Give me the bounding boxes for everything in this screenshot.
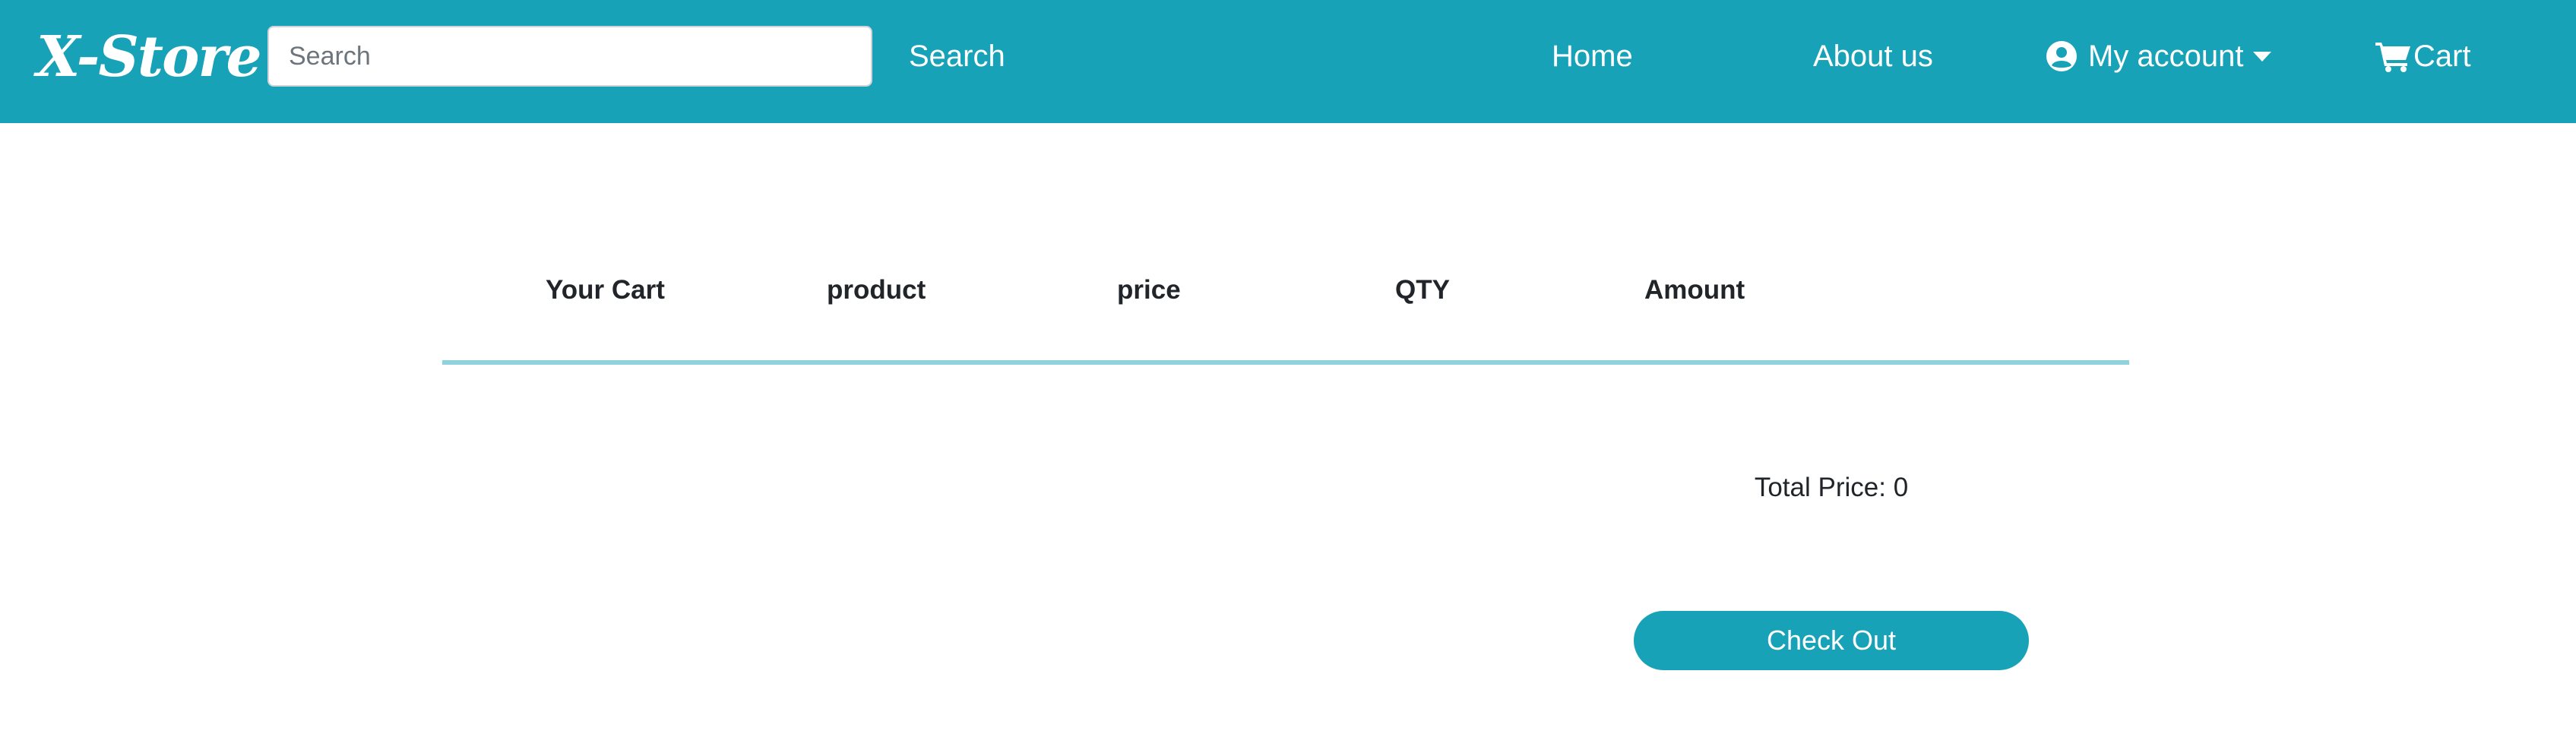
search-input[interactable] <box>267 26 872 87</box>
user-circle-icon <box>2046 41 2077 71</box>
nav-cart-link[interactable]: Cart <box>2375 30 2471 82</box>
nav-home-link[interactable]: Home <box>1552 30 1633 82</box>
nav-about-link[interactable]: About us <box>1813 30 1933 82</box>
cart-divider <box>442 360 2129 365</box>
shopping-cart-icon <box>2375 43 2410 72</box>
header-amount: Amount <box>1644 275 1745 305</box>
cart-label: Cart <box>2413 40 2471 73</box>
my-account-dropdown[interactable]: My account <box>2046 30 2271 82</box>
header-your-cart: Your Cart <box>546 275 665 305</box>
brand-logo[interactable]: X-Store <box>36 23 262 91</box>
header-qty: QTY <box>1395 275 1450 305</box>
total-price: Total Price: 0 <box>1754 473 1909 502</box>
header-price: price <box>1117 275 1181 305</box>
search-button[interactable]: Search <box>909 30 1005 82</box>
header-product: product <box>827 275 926 305</box>
checkout-button[interactable]: Check Out <box>1634 611 2029 670</box>
caret-down-icon <box>2252 51 2271 62</box>
my-account-label: My account <box>2088 40 2244 73</box>
top-navbar: X-Store Search Home About us My account … <box>0 0 2576 123</box>
